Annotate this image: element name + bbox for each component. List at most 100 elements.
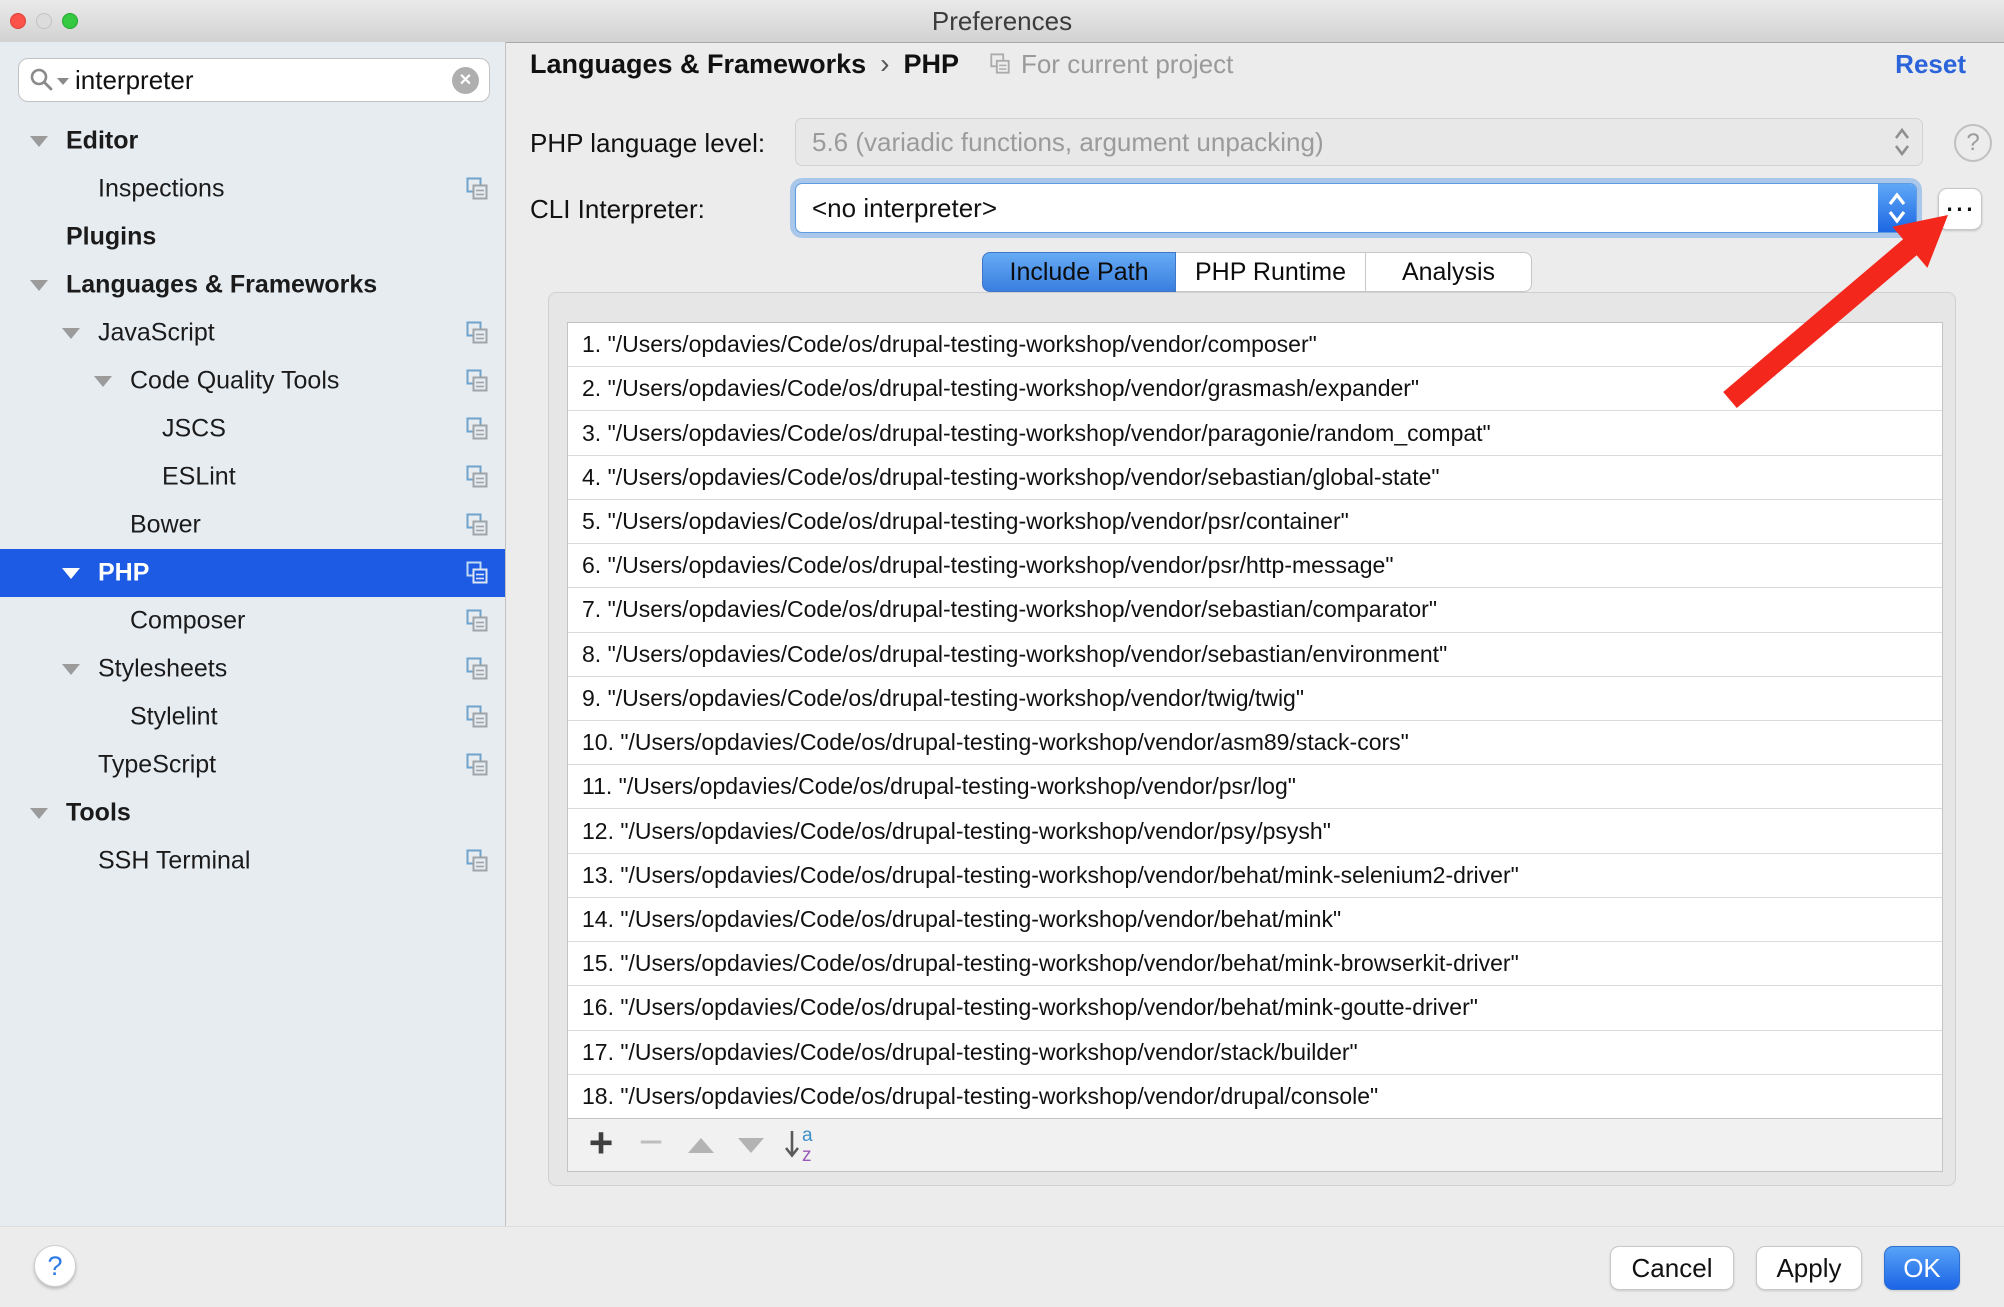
sidebar-item-typescript[interactable]: TypeScript — [0, 741, 505, 789]
sidebar-item-label: Tools — [66, 799, 131, 828]
sidebar-item-stylesheets[interactable]: Stylesheets — [0, 645, 505, 693]
sidebar-item-label: PHP — [98, 559, 149, 588]
sidebar-item-plugins[interactable]: Plugins — [0, 213, 505, 261]
cli-interpreter-value: <no interpreter> — [796, 193, 1878, 224]
copy-icon — [465, 705, 489, 729]
include-path-row[interactable]: 15. "/Users/opdavies/Code/os/drupal-test… — [568, 942, 1942, 986]
help-icon[interactable]: ? — [1954, 124, 1992, 162]
cancel-button[interactable]: Cancel — [1610, 1246, 1734, 1290]
expand-arrow-icon[interactable] — [30, 808, 48, 819]
dialog-footer: ? Cancel Apply OK — [0, 1226, 2004, 1307]
copy-icon — [465, 657, 489, 681]
tab-include-path[interactable]: Include Path — [982, 252, 1176, 292]
sidebar-item-label: Editor — [66, 127, 138, 156]
breadcrumb: Languages & Frameworks › PHP For current… — [530, 46, 1966, 82]
sidebar-item-label: Stylesheets — [98, 655, 227, 684]
include-path-row[interactable]: 8. "/Users/opdavies/Code/os/drupal-testi… — [568, 633, 1942, 677]
include-path-row[interactable]: 1. "/Users/opdavies/Code/os/drupal-testi… — [568, 323, 1942, 367]
include-path-row[interactable]: 6. "/Users/opdavies/Code/os/drupal-testi… — [568, 544, 1942, 588]
apply-button[interactable]: Apply — [1756, 1246, 1862, 1290]
ok-button[interactable]: OK — [1884, 1246, 1960, 1290]
include-path-row[interactable]: 7. "/Users/opdavies/Code/os/drupal-testi… — [568, 588, 1942, 632]
cli-interpreter-combobox[interactable]: <no interpreter> — [795, 183, 1917, 233]
include-path-row[interactable]: 5. "/Users/opdavies/Code/os/drupal-testi… — [568, 500, 1942, 544]
include-path-row[interactable]: 3. "/Users/opdavies/Code/os/drupal-testi… — [568, 411, 1942, 455]
include-path-row[interactable]: 10. "/Users/opdavies/Code/os/drupal-test… — [568, 721, 1942, 765]
copy-icon — [465, 753, 489, 777]
chevron-up-down-icon[interactable] — [1878, 184, 1916, 232]
expand-arrow-icon[interactable] — [62, 328, 80, 339]
sidebar-item-code-quality-tools[interactable]: Code Quality Tools — [0, 357, 505, 405]
add-path-button[interactable]: + — [576, 1119, 626, 1171]
copy-icon — [465, 321, 489, 345]
sort-az-icon: a z — [781, 1126, 821, 1164]
expand-arrow-icon[interactable] — [30, 280, 48, 291]
sidebar-item-eslint[interactable]: ESLint — [0, 453, 505, 501]
sidebar-item-label: JSCS — [162, 415, 226, 444]
sidebar-item-tools[interactable]: Tools — [0, 789, 505, 837]
sort-alphabetically-button[interactable]: a z — [776, 1119, 826, 1171]
language-level-value: 5.6 (variadic functions, argument unpack… — [796, 127, 1882, 158]
sidebar-item-stylelint[interactable]: Stylelint — [0, 693, 505, 741]
expand-arrow-icon[interactable] — [30, 136, 48, 147]
tab-php-runtime[interactable]: PHP Runtime — [1176, 252, 1366, 292]
breadcrumb-separator-icon: › — [880, 48, 889, 80]
sidebar-item-javascript[interactable]: JavaScript — [0, 309, 505, 357]
include-path-list[interactable]: 1. "/Users/opdavies/Code/os/drupal-testi… — [567, 322, 1943, 1119]
sidebar-item-label: TypeScript — [98, 751, 216, 780]
copy-icon — [465, 465, 489, 489]
sidebar-item-php[interactable]: PHP — [0, 549, 505, 597]
include-path-row[interactable]: 14. "/Users/opdavies/Code/os/drupal-test… — [568, 898, 1942, 942]
sidebar-item-inspections[interactable]: Inspections — [0, 165, 505, 213]
include-path-row[interactable]: 18. "/Users/opdavies/Code/os/drupal-test… — [568, 1075, 1942, 1118]
include-path-row[interactable]: 16. "/Users/opdavies/Code/os/drupal-test… — [568, 986, 1942, 1030]
sidebar-item-label: Composer — [130, 607, 245, 636]
browse-interpreters-button[interactable]: ... — [1938, 188, 1982, 230]
include-path-row[interactable]: 13. "/Users/opdavies/Code/os/drupal-test… — [568, 854, 1942, 898]
sidebar-item-label: Stylelint — [130, 703, 218, 732]
list-toolbar: + − a z — [567, 1119, 1943, 1172]
window-title: Preferences — [0, 0, 2004, 42]
preferences-window: Preferences ✕ EditorInspections PluginsL… — [0, 0, 2004, 1307]
sidebar-item-label: JavaScript — [98, 319, 215, 348]
triangle-up-icon — [688, 1138, 714, 1153]
include-path-row[interactable]: 11. "/Users/opdavies/Code/os/drupal-test… — [568, 765, 1942, 809]
sidebar-item-label: Plugins — [66, 223, 156, 252]
php-settings-tabs: Include PathPHP RuntimeAnalysis — [982, 252, 1532, 292]
sidebar-item-label: Languages & Frameworks — [66, 271, 377, 300]
breadcrumb-languages-frameworks[interactable]: Languages & Frameworks — [530, 49, 866, 80]
copy-icon — [465, 369, 489, 393]
include-path-row[interactable]: 2. "/Users/opdavies/Code/os/drupal-testi… — [568, 367, 1942, 411]
tab-analysis[interactable]: Analysis — [1366, 252, 1532, 292]
plus-icon: + — [589, 1119, 614, 1167]
ellipsis-icon: ... — [1945, 182, 1975, 219]
copy-icon — [465, 177, 489, 201]
sidebar-item-editor[interactable]: Editor — [0, 117, 505, 165]
include-path-row[interactable]: 12. "/Users/opdavies/Code/os/drupal-test… — [568, 809, 1942, 853]
include-path-row[interactable]: 17. "/Users/opdavies/Code/os/drupal-test… — [568, 1031, 1942, 1075]
sidebar-item-label: Inspections — [98, 175, 224, 204]
language-level-label: PHP language level: — [530, 128, 765, 159]
help-button[interactable]: ? — [34, 1245, 76, 1287]
remove-path-button[interactable]: − — [626, 1119, 676, 1171]
expand-arrow-icon[interactable] — [62, 664, 80, 675]
copy-icon — [465, 609, 489, 633]
sidebar-item-jscs[interactable]: JSCS — [0, 405, 505, 453]
sidebar-item-ssh-terminal[interactable]: SSH Terminal — [0, 837, 505, 885]
include-path-row[interactable]: 9. "/Users/opdavies/Code/os/drupal-testi… — [568, 677, 1942, 721]
titlebar: Preferences — [0, 0, 2004, 43]
scope-label: For current project — [1021, 49, 1233, 80]
sidebar-item-composer[interactable]: Composer — [0, 597, 505, 645]
move-down-button[interactable] — [726, 1119, 776, 1171]
sidebar-item-label: Bower — [130, 511, 201, 540]
sidebar-item-bower[interactable]: Bower — [0, 501, 505, 549]
sidebar-item-languages-frameworks[interactable]: Languages & Frameworks — [0, 261, 505, 309]
sidebar-item-label: ESLint — [162, 463, 236, 492]
expand-arrow-icon[interactable] — [62, 568, 80, 579]
language-level-select: 5.6 (variadic functions, argument unpack… — [795, 118, 1923, 166]
move-up-button[interactable] — [676, 1119, 726, 1171]
sidebar-item-label: Code Quality Tools — [130, 367, 339, 396]
reset-link[interactable]: Reset — [1895, 49, 1966, 80]
include-path-row[interactable]: 4. "/Users/opdavies/Code/os/drupal-testi… — [568, 456, 1942, 500]
expand-arrow-icon[interactable] — [94, 376, 112, 387]
